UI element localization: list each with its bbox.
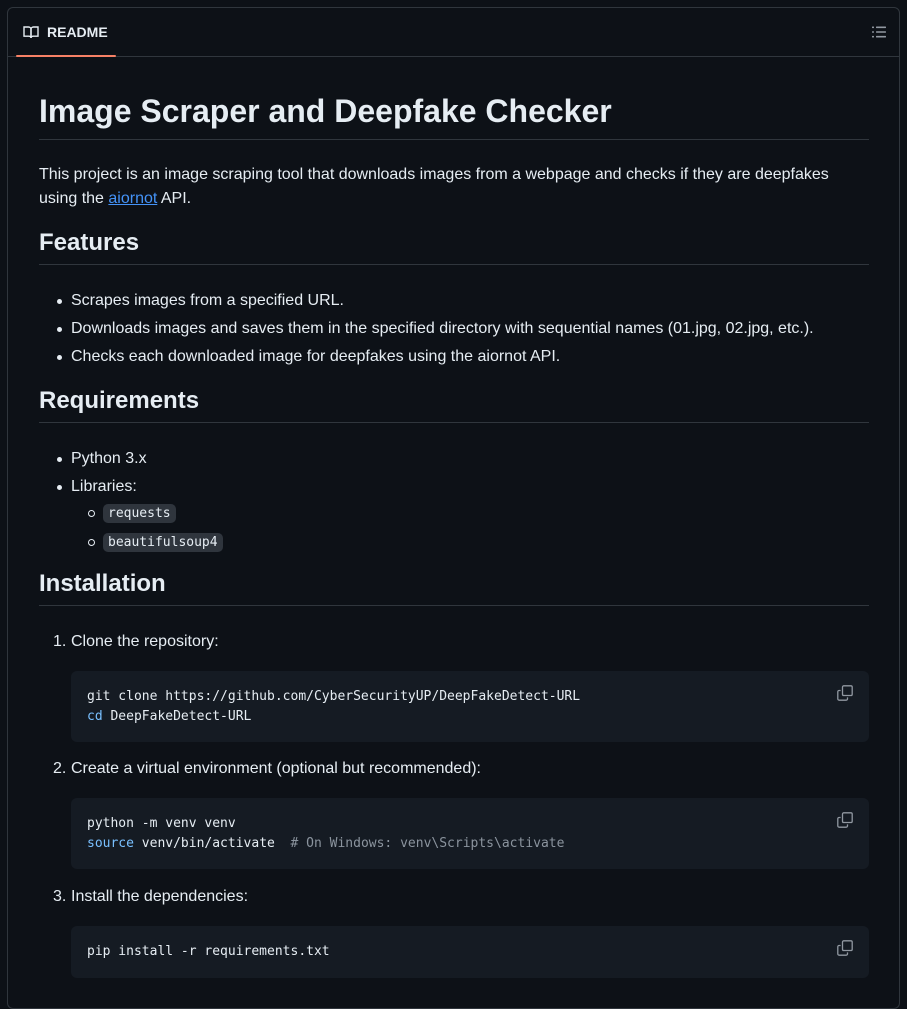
code-comment: # On Windows: venv\Scripts\activate xyxy=(290,836,565,851)
code-text: DeepFakeDetect-URL xyxy=(102,709,252,724)
copy-icon xyxy=(837,940,853,961)
step-text: Install the dependencies: xyxy=(71,888,249,905)
bullet xyxy=(57,327,62,332)
aiornot-link[interactable]: aiornot xyxy=(108,190,157,207)
requirement-text: Libraries: xyxy=(71,478,137,495)
copy-button[interactable] xyxy=(837,812,853,833)
tab-readme[interactable]: README xyxy=(16,8,116,57)
bullet xyxy=(57,355,62,360)
list-item: Downloads images and saves them in the s… xyxy=(57,317,814,341)
outline-button[interactable] xyxy=(871,24,887,45)
installation-heading: Installation xyxy=(39,569,869,606)
intro-paragraph: This project is an image scraping tool t… xyxy=(39,163,869,211)
library-code: beautifulsoup4 xyxy=(103,533,223,552)
code-text: python -m venv venv xyxy=(87,816,236,831)
code-keyword: source xyxy=(87,836,134,851)
copy-button[interactable] xyxy=(837,940,853,961)
copy-icon xyxy=(837,812,853,833)
code-content: pip install -r requirements.txt xyxy=(71,926,869,978)
feature-text: Scrapes images from a specified URL. xyxy=(71,292,344,309)
page-title: Image Scraper and Deepfake Checker xyxy=(39,91,869,140)
copy-icon xyxy=(837,685,853,706)
tab-underline xyxy=(16,55,116,57)
list-item: requests xyxy=(88,501,176,526)
library-code: requests xyxy=(103,504,176,523)
list-item: beautifulsoup4 xyxy=(88,530,223,555)
copy-button[interactable] xyxy=(837,685,853,706)
bullet xyxy=(88,510,95,517)
book-icon xyxy=(23,24,39,40)
bullet xyxy=(57,485,62,490)
code-block: git clone https://github.com/CyberSecuri… xyxy=(71,671,869,742)
list-item: Libraries: xyxy=(57,475,137,499)
bullet xyxy=(57,299,62,304)
code-keyword: cd xyxy=(87,709,103,724)
intro-text-end: API. xyxy=(157,190,192,207)
code-text: git clone https://github.com/CyberSecuri… xyxy=(87,689,581,704)
features-heading: Features xyxy=(39,228,869,265)
list-item: Scrapes images from a specified URL. xyxy=(57,289,344,313)
feature-text: Downloads images and saves them in the s… xyxy=(71,320,814,337)
feature-text: Checks each downloaded image for deepfak… xyxy=(71,348,561,365)
bullet xyxy=(88,539,95,546)
step-number: 2. xyxy=(53,760,67,777)
step-text: Create a virtual environment (optional b… xyxy=(71,760,481,777)
step-number: 1. xyxy=(53,633,67,650)
step-item: 2. Create a virtual environment (optional… xyxy=(53,757,481,781)
bullet xyxy=(57,457,62,462)
readme-panel: README Image Scraper and Deepfake Checke… xyxy=(7,7,900,1009)
code-content: git clone https://github.com/CyberSecuri… xyxy=(71,671,869,743)
step-number: 3. xyxy=(53,888,67,905)
step-text: Clone the repository: xyxy=(71,633,219,650)
list-item: Checks each downloaded image for deepfak… xyxy=(57,345,561,369)
step-item: 1. Clone the repository: xyxy=(53,630,219,654)
code-text: venv/bin/activate xyxy=(133,836,291,851)
step-item: 3. Install the dependencies: xyxy=(53,885,249,909)
code-content: python -m venv venv source venv/bin/acti… xyxy=(71,798,869,870)
code-text: pip install -r requirements.txt xyxy=(87,944,330,959)
code-block: pip install -r requirements.txt xyxy=(71,926,869,978)
code-block: python -m venv venv source venv/bin/acti… xyxy=(71,798,869,869)
requirement-text: Python 3.x xyxy=(71,450,147,467)
tab-readme-label: README xyxy=(47,24,108,40)
list-icon xyxy=(871,24,887,45)
requirements-heading: Requirements xyxy=(39,386,869,423)
readme-header: README xyxy=(8,8,899,57)
list-item: Python 3.x xyxy=(57,447,147,471)
